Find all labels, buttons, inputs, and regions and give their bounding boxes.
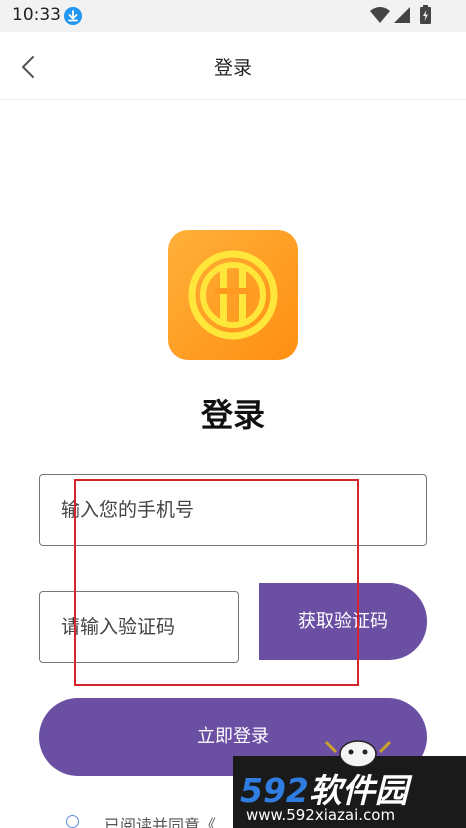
status-time: 10:33: [12, 5, 61, 25]
battery-icon: [420, 5, 431, 24]
agreement-radio[interactable]: [66, 815, 79, 828]
status-bar: 10:33: [0, 0, 466, 32]
watermark-brand-text: 软件园: [308, 771, 408, 810]
watermark-brand: 592软件园: [240, 764, 408, 812]
page-title: 登录: [200, 396, 265, 434]
nav-bar: 登录: [0, 32, 466, 100]
agreement-text: 已阅读并同意《: [104, 816, 217, 828]
signal-icon: [394, 7, 410, 23]
nav-title: 登录: [213, 57, 252, 79]
app-logo-icon: [188, 250, 278, 340]
download-icon: [64, 7, 82, 25]
wifi-icon: [370, 7, 390, 23]
highlight-box: [74, 479, 359, 686]
watermark-url: www.592xiazai.com: [246, 806, 396, 824]
app-logo: [168, 230, 298, 360]
watermark-brand-number: 592: [240, 771, 309, 810]
